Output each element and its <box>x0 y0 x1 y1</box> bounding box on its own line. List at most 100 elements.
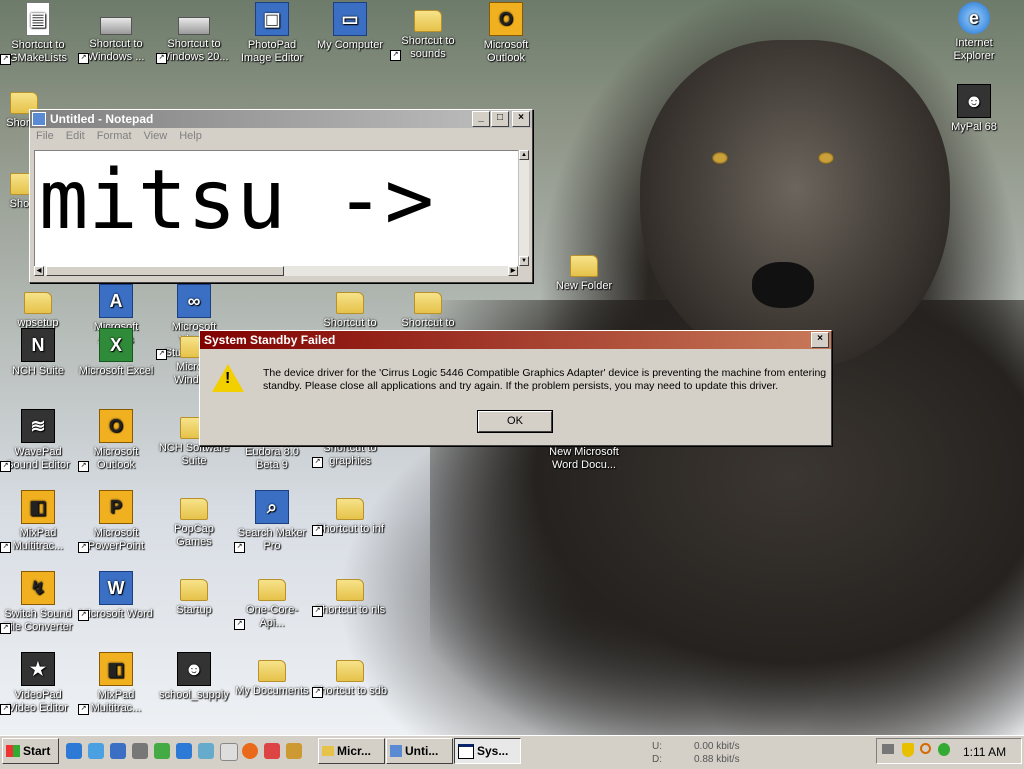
desktop-icon[interactable]: ↗ Shortcut to Windows 20... <box>156 7 232 64</box>
desktop-icon[interactable]: N NCH Suite <box>0 328 76 378</box>
desktop-icon[interactable]: ▣ PhotoPad Image Editor <box>234 2 310 65</box>
notepad-menubar: File Edit Format View Help <box>30 128 532 144</box>
horizontal-scrollbar[interactable]: ◀ ▶ <box>34 266 518 276</box>
notepad-text-area[interactable]: mitsu -> <box>34 150 519 267</box>
menu-view[interactable]: View <box>144 130 168 142</box>
notepad-app-icon <box>32 112 46 126</box>
desktop-icon[interactable]: ▤ ↗ Shortcut to GMakeLists <box>0 2 76 65</box>
menu-format[interactable]: Format <box>97 130 132 142</box>
desktop-icon[interactable]: X Microsoft Excel <box>78 328 154 378</box>
desktop-icon[interactable]: ◧ ↗ MixPad Multitrac... <box>0 490 76 553</box>
search-icon[interactable] <box>920 743 931 754</box>
desktop-icon[interactable]: O ↗ Microsoft Outlook <box>78 409 154 472</box>
folder-icon <box>414 292 442 314</box>
maximize-button[interactable]: □ <box>491 111 509 127</box>
scroll-down-button[interactable]: ▼ <box>519 256 529 266</box>
desktop-icon[interactable]: wpsetup <box>0 284 76 330</box>
shortcut-arrow-icon: ↗ <box>0 461 11 472</box>
horizontal-scroll-thumb[interactable] <box>46 266 284 276</box>
app-icon: ▭ <box>333 2 367 36</box>
desktop-icon[interactable]: ↗ Shortcut to inf <box>312 490 388 536</box>
app-icon: e <box>958 2 990 34</box>
desktop-icon-label: New Microsoft Word Docu... <box>549 446 619 471</box>
scroll-left-button[interactable]: ◀ <box>34 266 44 276</box>
start-button[interactable]: Start <box>2 738 59 764</box>
desktop-icon[interactable]: Startup <box>156 571 232 617</box>
desktop-icon[interactable]: ◧ ↗ MixPad Multitrac... <box>78 652 154 715</box>
desktop-icon[interactable]: ↗ Shortcut to Windows ... <box>78 7 154 64</box>
notepad-titlebar[interactable]: Untitled - Notepad _ □ × <box>30 110 532 128</box>
taskbar-item-system-standby[interactable]: Sys... <box>454 738 521 764</box>
desktop-icon[interactable]: ↯ ↗ Switch Sound File Converter <box>0 571 76 634</box>
desktop-icon[interactable]: ⌕ ↗ Search Maker Pro <box>234 490 310 553</box>
desktop-icon-label: Eudora 8.0 Beta 9 <box>245 446 299 471</box>
desktop-icon-label: Microsoft PowerPoint <box>87 527 145 552</box>
desktop-icon[interactable]: My Documents <box>234 652 310 698</box>
minimize-button[interactable]: _ <box>472 111 490 127</box>
shortcut-arrow-icon: ↗ <box>234 542 245 553</box>
folder-icon <box>336 579 364 601</box>
quicklaunch-ie2-icon[interactable] <box>176 743 192 759</box>
scroll-up-button[interactable]: ▲ <box>519 150 529 160</box>
notepad-window[interactable]: Untitled - Notepad _ □ × File Edit Forma… <box>29 109 533 283</box>
app-icon: ↯ <box>21 571 55 605</box>
desktop-icon[interactable]: P ↗ Microsoft PowerPoint <box>78 490 154 553</box>
scroll-right-button[interactable]: ▶ <box>508 266 518 276</box>
taskbar-item-microsoft[interactable]: Micr... <box>318 738 385 764</box>
standby-failed-dialog[interactable]: System Standby Failed × ! The device dri… <box>199 330 832 446</box>
desktop-icon[interactable]: ↗ One-Core-Api... <box>234 571 310 630</box>
dialog-close-button[interactable]: × <box>811 332 829 348</box>
desktop-icon[interactable]: ↗ Shortcut to nls <box>312 571 388 617</box>
folder-icon <box>336 660 364 682</box>
desktop-icon-label: Shortcut to GMakeLists <box>8 39 68 64</box>
taskbar-item-notepad[interactable]: Unti... <box>386 738 453 764</box>
menu-edit[interactable]: Edit <box>66 130 85 142</box>
menu-help[interactable]: Help <box>179 130 202 142</box>
quicklaunch-desktop-icon[interactable] <box>88 743 104 759</box>
desktop-icon-label: Microsoft Word <box>79 608 153 620</box>
ok-button[interactable]: OK <box>477 410 553 433</box>
quicklaunch-tool-icon[interactable] <box>286 743 302 759</box>
quicklaunch-msn-icon[interactable] <box>198 743 214 759</box>
desktop-icon[interactable]: O Microsoft Outlook <box>468 2 544 65</box>
quicklaunch-ie-icon[interactable] <box>66 743 82 759</box>
shield-icon[interactable] <box>902 743 914 757</box>
desktop-icon[interactable]: PopCap Games <box>156 490 232 549</box>
desktop-icon[interactable]: W ↗ Microsoft Word <box>78 571 154 621</box>
app-icon: O <box>489 2 523 36</box>
desktop-icon-label: PopCap Games <box>174 523 214 548</box>
download-rate: 0.88 kbit/s <box>694 754 740 765</box>
quicklaunch-firefox-icon[interactable] <box>242 743 258 759</box>
shortcut-arrow-icon: ↗ <box>0 623 11 634</box>
quicklaunch-calendar-icon[interactable] <box>220 743 238 761</box>
folder-icon <box>414 10 442 32</box>
vertical-scrollbar[interactable]: ▲ ▼ <box>518 150 529 266</box>
messenger-icon[interactable] <box>938 743 950 756</box>
desktop-icon[interactable]: ☻ MyPal 68 <box>936 84 1012 134</box>
desktop-icon[interactable]: ↗ Shortcut to sdb <box>312 652 388 698</box>
desktop-icon[interactable]: ★ ↗ VideoPad Video Editor <box>0 652 76 715</box>
desktop-icon[interactable]: ☻ school_supply <box>156 652 232 702</box>
app-icon: ∞ <box>177 284 211 318</box>
desktop-icon[interactable]: ▭ My Computer <box>312 2 388 52</box>
folder-icon <box>336 498 364 520</box>
desktop-icon-label: Shortcut to inf <box>316 523 384 535</box>
quicklaunch-mediaplayer-icon[interactable] <box>110 743 126 759</box>
app-icon <box>178 17 210 35</box>
quicklaunch-messenger-icon[interactable] <box>264 743 280 759</box>
desktop-icon[interactable]: ≋ ↗ WavePad Sound Editor <box>0 409 76 472</box>
desktop-icon-label: VideoPad Video Editor <box>8 689 68 714</box>
desktop-icon[interactable]: New Folder <box>546 247 622 293</box>
menu-file[interactable]: File <box>36 130 54 142</box>
close-button[interactable]: × <box>512 111 530 127</box>
keyboard-icon[interactable] <box>882 744 894 754</box>
dialog-titlebar[interactable]: System Standby Failed × <box>200 331 831 349</box>
app-icon <box>100 17 132 35</box>
desktop-icon-label: Internet Explorer <box>953 37 995 62</box>
warning-icon: ! <box>212 364 244 392</box>
quicklaunch-green-icon[interactable] <box>154 743 170 759</box>
clock[interactable]: 1:11 AM <box>963 745 1006 759</box>
quicklaunch-app-icon[interactable] <box>132 743 148 759</box>
desktop-icon[interactable]: ↗ Shortcut to sounds <box>390 2 466 61</box>
desktop-icon[interactable]: e Internet Explorer <box>936 2 1012 63</box>
